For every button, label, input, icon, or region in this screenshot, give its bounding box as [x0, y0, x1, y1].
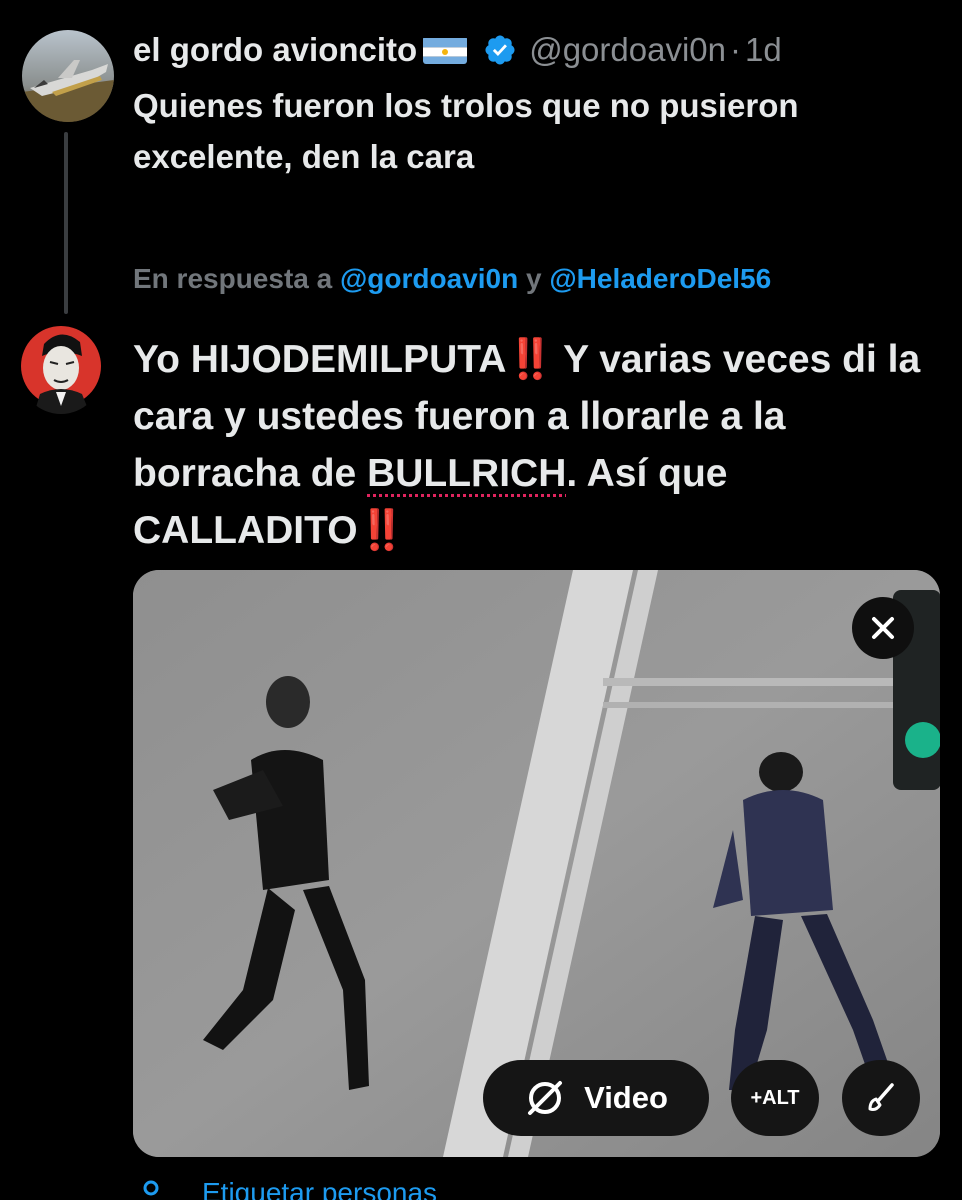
verified-badge-icon [483, 33, 517, 67]
double-exclamation-emoji: ‼️ [357, 509, 407, 552]
close-icon [872, 617, 894, 639]
reply-avatar[interactable] [20, 322, 102, 414]
video-settings-button[interactable]: Video [483, 1060, 709, 1136]
person-icon [143, 1180, 159, 1196]
video-slash-icon [528, 1081, 563, 1115]
argentina-flag-icon [423, 36, 468, 64]
tag-people-label: Etiquetar personas [202, 1177, 438, 1200]
paintbrush-icon [868, 1083, 894, 1111]
video-attachment[interactable]: Video +ALT [133, 570, 940, 1157]
reply-conjunction: y [525, 263, 542, 294]
plane-photo-avatar [22, 30, 114, 122]
reply-tweet-text: Yo HIJODEMILPUTA‼️ Y varias veces di la … [133, 331, 943, 559]
reply-prefix: En respuesta a [133, 263, 333, 294]
alt-label: +ALT [750, 1086, 800, 1109]
portrait-illustration-avatar [20, 322, 102, 414]
dot-separator: · [730, 31, 741, 68]
mention-link-2[interactable]: @HeladeroDel56 [549, 263, 771, 294]
parent-tweet-header: el gordo avioncito @gordoavi0n · 1d [133, 26, 782, 74]
tag-people-row[interactable]: Etiquetar personas [140, 1177, 438, 1200]
parent-display-name[interactable]: el gordo avioncito [133, 31, 417, 69]
misspelled-word[interactable]: BULLRICH [367, 452, 566, 495]
thread-connector-line [64, 132, 68, 314]
remove-media-button[interactable] [852, 597, 914, 659]
add-alt-text-button[interactable]: +ALT [731, 1060, 819, 1136]
parent-tweet-text: Quienes fueron los trolos que no pusiero… [133, 87, 799, 175]
parent-avatar[interactable] [22, 30, 114, 122]
edit-media-button[interactable] [842, 1060, 920, 1136]
replying-to-line: En respuesta a @gordoavi0n y @HeladeroDe… [133, 263, 771, 295]
mention-link-1[interactable]: @gordoavi0n [340, 263, 518, 294]
reply-text-part-1: Yo HIJODEMILPUTA [133, 338, 507, 381]
parent-handle[interactable]: @gordoavi0n [529, 31, 726, 69]
double-exclamation-emoji: ‼️ [506, 338, 555, 381]
video-label: Video [584, 1080, 668, 1115]
parent-timestamp[interactable]: 1d [745, 31, 782, 69]
